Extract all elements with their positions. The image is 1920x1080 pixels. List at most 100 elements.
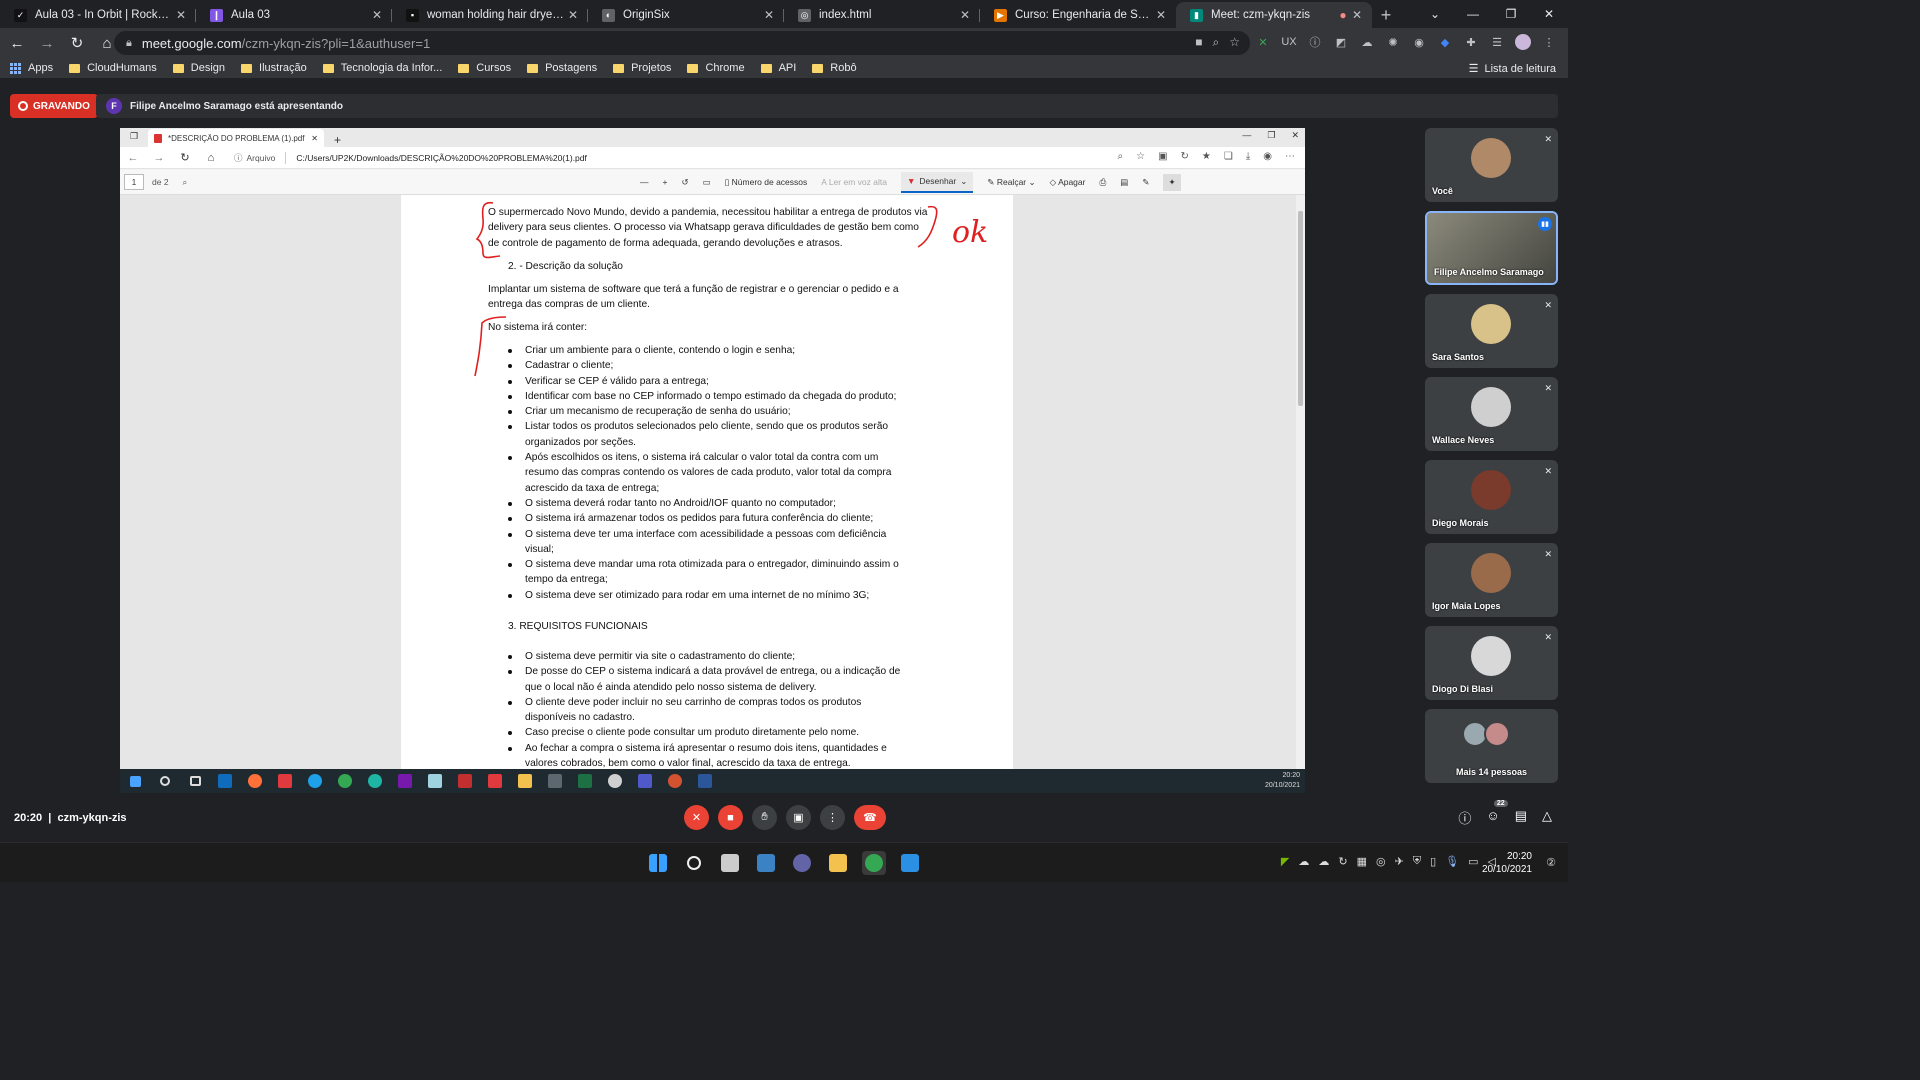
teams-chat-icon[interactable] — [790, 851, 814, 875]
restore-icon[interactable]: ❐ — [1492, 0, 1530, 28]
close-tab-icon[interactable]: ✕ — [762, 8, 776, 22]
leave-call-button[interactable]: ☎ — [854, 805, 886, 830]
bookmark-folder[interactable]: Chrome — [687, 62, 745, 74]
avatar — [1471, 138, 1511, 178]
mic-icon[interactable]: 🎙︎ — [1445, 855, 1459, 868]
bookmark-folder[interactable]: Projetos — [613, 62, 671, 74]
security-icon[interactable]: ⛨ — [1413, 855, 1421, 868]
close-tab-icon[interactable]: ✕ — [1154, 8, 1168, 22]
browser-tab[interactable]: ❙ Aula 03 ✕ — [196, 2, 392, 28]
browser-tab[interactable]: ▶ Curso: Engenharia de Software I✕ — [980, 2, 1176, 28]
tab-search-icon[interactable]: ⌄ — [1416, 0, 1454, 28]
menu-icon[interactable]: ⋮ — [1540, 33, 1558, 51]
chrome-icon[interactable] — [862, 851, 886, 875]
close-window-icon[interactable]: ✕ — [1530, 0, 1568, 28]
participant-tile[interactable]: ✕ Diogo Di Blasi — [1425, 626, 1558, 700]
raise-hand-button[interactable]: ✋︎ — [752, 805, 777, 830]
extension-icon[interactable]: ✺ — [1384, 33, 1402, 51]
bookmark-folder[interactable]: Cursos — [458, 62, 511, 74]
bookmark-apps[interactable]: Apps — [10, 62, 53, 74]
camera-toggle-button[interactable]: ■ — [718, 805, 743, 830]
nvidia-icon[interactable]: ◤ — [1281, 855, 1289, 868]
participant-tile[interactable]: ✕ Igor Maia Lopes — [1425, 543, 1558, 617]
bookmark-folder[interactable]: API — [760, 62, 796, 74]
new-tab-button[interactable]: + — [1372, 2, 1400, 28]
chrome-tab-strip: ✓ Aula 03 - In Orbit | Rocketseat ✕ ❙ Aula … — [0, 0, 1568, 28]
bookmark-star-icon[interactable]: ☆ — [1229, 35, 1240, 50]
extension-icon[interactable]: ◩ — [1332, 33, 1350, 51]
close-tab-icon[interactable]: ✕ — [370, 8, 384, 22]
close-tab-icon[interactable]: ✕ — [174, 8, 188, 22]
browser-tab[interactable]: ◐ OriginSix ✕ — [588, 2, 784, 28]
reload-icon[interactable]: ↻ — [64, 30, 90, 56]
activities-icon[interactable]: △ — [1542, 808, 1552, 827]
tray-icon[interactable]: ↻ — [1338, 855, 1347, 868]
bookmark-folder[interactable]: CloudHumans — [69, 62, 157, 74]
reading-list-icon[interactable]: ☰ — [1488, 33, 1506, 51]
forward-icon[interactable]: → — [34, 30, 60, 56]
xmind-icon — [270, 769, 300, 793]
address-bar[interactable]: 🔒︎ meet.google.com/czm-ykqn-zis?pli=1&au… — [114, 31, 1250, 55]
avatar[interactable] — [1514, 33, 1532, 51]
extension-icon[interactable]: UX — [1280, 33, 1298, 51]
meeting-code: czm-ykqn-zis — [57, 812, 127, 824]
extension-icon[interactable]: ✕ — [1254, 33, 1272, 51]
minimize-icon[interactable]: — — [1454, 0, 1492, 28]
camera-in-use-icon[interactable]: ■ — [1195, 35, 1202, 50]
bookmark-folder[interactable]: Robô — [812, 62, 857, 74]
page-number-input: 1 — [124, 174, 144, 190]
more-icon: ⋯ — [1285, 151, 1295, 162]
tray-icon[interactable]: ☁ — [1318, 855, 1329, 868]
extension-icon[interactable]: ◆ — [1436, 33, 1454, 51]
zoom-icon[interactable]: ⌕ — [1213, 35, 1220, 50]
browser-tab-active[interactable]: ▮ Meet: czm-ykqn-zis ● ✕ — [1176, 2, 1372, 28]
bookmark-folder[interactable]: Tecnologia da Infor... — [322, 62, 442, 74]
people-icon[interactable]: ☺ 22 — [1486, 800, 1508, 827]
puzzle-icon[interactable]: ✚ — [1462, 33, 1480, 51]
read-aloud-button: A Ler em voz alta — [821, 177, 887, 187]
onedrive-icon[interactable]: ☁ — [1298, 855, 1309, 868]
list-item: Criar um ambiente para o cliente, conten… — [501, 343, 913, 358]
close-tab-icon[interactable]: ✕ — [958, 8, 972, 22]
vscode-icon[interactable] — [898, 851, 922, 875]
present-button[interactable]: ▣ — [786, 805, 811, 830]
extension-icon[interactable]: ◉ — [1410, 33, 1428, 51]
search-icon[interactable] — [682, 851, 706, 875]
browser-tab[interactable]: ✓ Aula 03 - In Orbit | Rocketseat ✕ — [0, 2, 196, 28]
browser-tab[interactable]: ◎ index.html ✕ — [784, 2, 980, 28]
participant-tile[interactable]: ✕ Diego Morais — [1425, 460, 1558, 534]
participant-tile[interactable]: ✕ Wallace Neves — [1425, 377, 1558, 451]
extension-icon[interactable]: ☁ — [1358, 33, 1376, 51]
extension-icon[interactable]: ⓘ — [1306, 33, 1324, 51]
more-participants-tile[interactable]: Mais 14 pessoas — [1425, 709, 1558, 783]
meeting-details-icon[interactable]: ⓘ — [1458, 808, 1471, 827]
steam-icon[interactable]: ◎ — [1376, 855, 1386, 868]
participant-tile[interactable]: ✕ Sara Santos — [1425, 294, 1558, 368]
widgets-icon[interactable] — [754, 851, 778, 875]
participant-tile[interactable]: ✕ Você — [1425, 128, 1558, 202]
keyboard-icon[interactable]: ▦ — [1357, 855, 1367, 868]
bookmark-folder[interactable]: Design — [172, 62, 225, 74]
taskbar-clock[interactable]: 20:20 20/10/2021 — [1482, 850, 1532, 876]
notification-icon[interactable]: ② — [1546, 856, 1556, 869]
close-tab-icon[interactable]: ✕ — [1350, 8, 1364, 22]
more-options-button[interactable]: ⋮ — [820, 805, 845, 830]
close-tab-icon[interactable]: ✕ — [566, 8, 580, 22]
reading-list-button[interactable]: ☰ Lista de leitura — [1469, 62, 1556, 76]
usb-icon[interactable]: ▯ — [1430, 855, 1436, 868]
back-icon[interactable]: ← — [4, 30, 30, 56]
mic-toggle-button[interactable]: ✕ — [684, 805, 709, 830]
display-icon[interactable]: ▭ — [1468, 855, 1478, 868]
task-view-icon[interactable] — [718, 851, 742, 875]
tray-icon[interactable]: ✈ — [1395, 855, 1404, 868]
lock-icon[interactable]: 🔒︎ — [126, 37, 132, 50]
file-explorer-icon[interactable] — [826, 851, 850, 875]
recording-badge[interactable]: GRAVANDO — [10, 94, 98, 118]
bookmark-folder[interactable]: Ilustração — [241, 62, 307, 74]
browser-tab[interactable]: ▪ woman holding hair dryer photo✕ — [392, 2, 588, 28]
participant-tile-speaking[interactable]: ▮▮ Filipe Ancelmo Saramago — [1425, 211, 1558, 285]
speaking-indicator-icon: ▮▮ — [1538, 217, 1552, 231]
bookmark-folder[interactable]: Postagens — [527, 62, 597, 74]
windows-start-icon[interactable] — [646, 851, 670, 875]
chat-icon[interactable]: ▤ — [1515, 808, 1527, 827]
